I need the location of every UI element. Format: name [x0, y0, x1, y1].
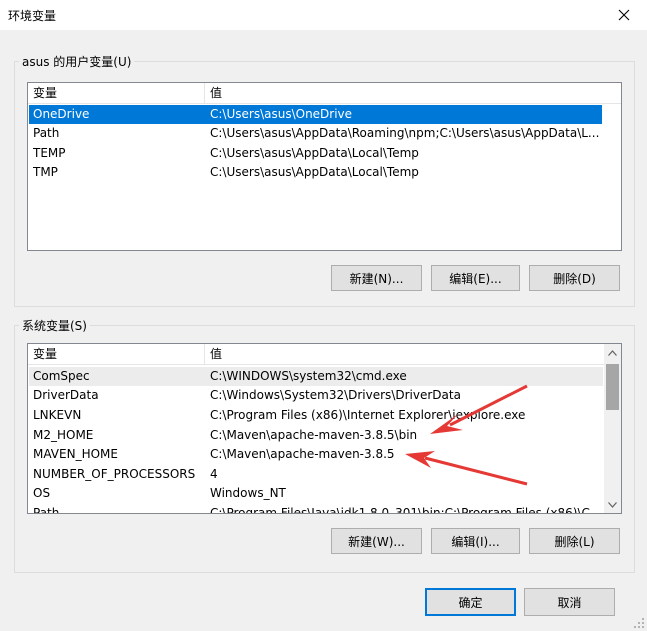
variable-value: C:\Users\asus\AppData\Local\Temp: [210, 165, 419, 179]
variable-value: C:\Users\asus\OneDrive: [210, 107, 353, 121]
variable-name: NUMBER_OF_PROCESSORS: [33, 467, 196, 481]
table-row[interactable]: TMP C:\Users\asus\AppData\Local\Temp: [29, 163, 602, 182]
chevron-down-icon: [608, 501, 617, 508]
variable-value: C:\Maven\apache-maven-3.8.5\bin: [210, 428, 418, 442]
table-row[interactable]: Path C:\Program Files\Java\jdk1.8.0_301\…: [29, 504, 603, 514]
user-variables-list[interactable]: 变量 值 OneDrive C:\Users\asus\OneDrive Pat…: [27, 82, 622, 251]
variable-value: 4: [210, 467, 218, 481]
scroll-down-button[interactable]: [604, 496, 621, 513]
variable-name: DriverData: [33, 388, 99, 402]
table-row[interactable]: LNKEVN C:\Program Files (x86)\Internet E…: [29, 406, 603, 425]
table-row[interactable]: DriverData C:\Windows\System32\Drivers\D…: [29, 386, 603, 405]
table-row[interactable]: MAVEN_HOME C:\Maven\apache-maven-3.8.5: [29, 445, 603, 464]
table-row[interactable]: Path C:\Users\asus\AppData\Roaming\npm;C…: [29, 124, 602, 143]
variable-name: TEMP: [33, 146, 66, 160]
variable-name: MAVEN_HOME: [33, 447, 118, 461]
variable-value: C:\Users\asus\AppData\Local\Temp: [210, 146, 419, 160]
table-row[interactable]: ComSpec C:\WINDOWS\system32\cmd.exe: [29, 367, 603, 386]
window-title: 环境变量: [8, 9, 57, 23]
variable-value: C:\WINDOWS\system32\cmd.exe: [210, 369, 407, 383]
variable-value: Windows_NT: [210, 486, 286, 500]
user-new-button[interactable]: 新建(N)...: [331, 265, 422, 291]
user-edit-button[interactable]: 编辑(E)...: [431, 265, 520, 291]
table-row[interactable]: NUMBER_OF_PROCESSORS 4: [29, 465, 603, 484]
table-row[interactable]: OS Windows_NT: [29, 484, 603, 503]
ok-button[interactable]: 确定: [425, 588, 516, 616]
scrollbar-thumb[interactable]: [606, 364, 619, 410]
column-header-value[interactable]: 值: [205, 83, 605, 103]
table-row[interactable]: M2_HOME C:\Maven\apache-maven-3.8.5\bin: [29, 426, 603, 445]
variable-name: M2_HOME: [33, 428, 94, 442]
title-bar: 环境变量: [0, 0, 647, 30]
variable-name: OS: [33, 486, 51, 500]
system-edit-button[interactable]: 编辑(I)...: [431, 528, 520, 554]
system-new-button[interactable]: 新建(W)...: [331, 528, 422, 554]
vertical-scrollbar[interactable]: [604, 344, 621, 513]
variable-name: Path: [33, 126, 60, 140]
chevron-up-icon: [608, 349, 617, 356]
user-delete-button[interactable]: 删除(D): [529, 265, 620, 291]
table-row[interactable]: OneDrive C:\Users\asus\OneDrive: [29, 105, 602, 124]
variable-name: LNKEVN: [33, 408, 82, 422]
user-variables-group-label: asus 的用户变量(U): [22, 55, 132, 69]
variable-value: C:\Windows\System32\Drivers\DriverData: [210, 388, 461, 402]
variable-value: C:\Users\asus\AppData\Roaming\npm;C:\Use…: [210, 126, 600, 140]
cancel-button[interactable]: 取消: [524, 588, 615, 616]
close-button[interactable]: [601, 0, 647, 30]
system-delete-button[interactable]: 删除(L): [529, 528, 620, 554]
close-icon: [618, 9, 630, 21]
system-variables-list[interactable]: 变量 值 ComSpec C:\WINDOWS\system32\cmd.exe…: [27, 343, 622, 514]
variable-name: OneDrive: [33, 107, 90, 121]
column-header-variable[interactable]: 变量: [28, 344, 205, 364]
variable-name: Path: [33, 506, 60, 514]
variable-value: C:\Maven\apache-maven-3.8.5: [210, 447, 395, 461]
scroll-up-button[interactable]: [604, 344, 621, 361]
table-row[interactable]: TEMP C:\Users\asus\AppData\Local\Temp: [29, 144, 602, 163]
system-variables-group-label: 系统变量(S): [22, 319, 87, 333]
column-header-value[interactable]: 值: [205, 344, 605, 364]
list-header: 变量 值: [28, 344, 621, 365]
variable-value: C:\Program Files (x86)\Internet Explorer…: [210, 408, 526, 422]
variable-name: ComSpec: [33, 369, 90, 383]
variable-name: TMP: [33, 165, 58, 179]
list-header: 变量 值: [28, 83, 621, 104]
variable-value: C:\Program Files\Java\jdk1.8.0_301\bin;C…: [210, 506, 600, 514]
column-header-variable[interactable]: 变量: [28, 83, 205, 103]
resize-grip-icon[interactable]: [633, 617, 645, 629]
